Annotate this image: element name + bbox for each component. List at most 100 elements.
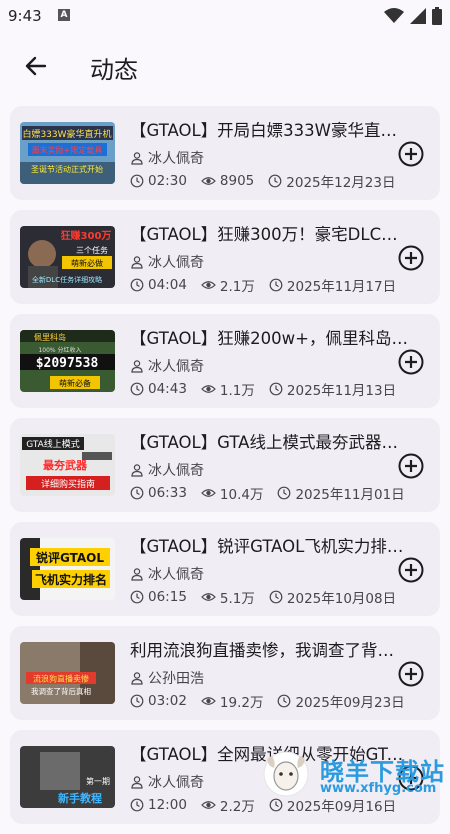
video-title: 【GTAOL】开局白嫖333W豪华直升… xyxy=(130,121,410,140)
video-duration: 06:33 xyxy=(148,485,187,501)
person-icon xyxy=(131,152,143,165)
eye-icon xyxy=(201,281,216,289)
video-date: 2025年11月01日 xyxy=(295,487,405,503)
video-author: 冰人佩奇 xyxy=(130,148,204,168)
status-bar: 9:43 A xyxy=(0,0,450,32)
clock-icon xyxy=(130,486,144,500)
video-thumbnail: 流浪狗直播卖惨 我调查了背后真相 xyxy=(20,642,115,704)
eye-icon xyxy=(201,593,216,601)
thumb-text: 圣诞节活动正式开始 xyxy=(31,164,103,174)
video-title: 【GTAOL】狂赚300万！豪宅DLC准… xyxy=(130,225,410,244)
page-title: 动态 xyxy=(90,56,138,84)
video-views: 10.4万 xyxy=(219,487,264,503)
video-meta: 04:04 2.1万 2025年11月17日 xyxy=(130,275,396,295)
video-author: 冰人佩奇 xyxy=(130,772,204,792)
person-icon xyxy=(131,776,143,789)
clock-icon xyxy=(268,174,282,188)
video-card[interactable]: 流浪狗直播卖惨 我调查了背后真相 利用流浪狗直播卖惨，我调查了背… 公孙田浩 0… xyxy=(10,626,440,720)
plus-circle-icon xyxy=(398,245,424,271)
video-meta: 02:30 8905 2025年12月23日 xyxy=(130,171,395,191)
video-card[interactable]: 狂赚300万 三个任务 萌新必做 全新DLC任务详细攻略 【GTAOL】狂赚30… xyxy=(10,210,440,304)
video-meta: 04:43 1.1万 2025年11月13日 xyxy=(130,379,396,399)
thumb-text: 100% 分红收入 xyxy=(38,346,81,354)
watermark-url: www.xfhyg.com xyxy=(320,781,437,796)
video-thumbnail: 白嫖333W豪华直升机 周末奖励+限定载具 圣诞节活动正式开始 xyxy=(20,122,115,184)
add-button[interactable] xyxy=(398,557,424,583)
signal-icon xyxy=(410,8,426,24)
eye-icon xyxy=(201,489,216,497)
add-button[interactable] xyxy=(398,661,424,687)
person-icon xyxy=(131,464,143,477)
clock-icon xyxy=(269,382,283,396)
video-title: 【GTAOL】狂赚200w+，佩里科岛… xyxy=(130,329,408,348)
plus-circle-icon xyxy=(398,141,424,167)
battery-icon xyxy=(432,7,442,25)
thumb-text: 最夯武器 xyxy=(43,458,88,472)
eye-icon xyxy=(201,177,216,185)
clock-icon xyxy=(278,486,291,500)
video-card[interactable]: 佩里科岛 100% 分红收入 $2097538 萌新必备 【GTAOL】狂赚20… xyxy=(10,314,440,408)
eye-icon xyxy=(201,697,216,705)
add-button[interactable] xyxy=(398,349,424,375)
video-author: 公孙田浩 xyxy=(130,668,204,688)
thumb-text: 流浪狗直播卖惨 xyxy=(33,674,89,684)
video-card[interactable]: GTA线上模式 最夯武器 详细购买指南 【GTAOL】GTA线上模式最夯武器… … xyxy=(10,418,440,512)
video-views: 19.2万 xyxy=(219,695,264,711)
video-author: 冰人佩奇 xyxy=(130,356,204,376)
author-name: 冰人佩奇 xyxy=(148,463,204,479)
video-meta: 06:33 10.4万 2025年11月01日 xyxy=(130,483,405,503)
video-thumbnail: 佩里科岛 100% 分红收入 $2097538 萌新必备 xyxy=(20,330,115,392)
author-name: 公孙田浩 xyxy=(148,671,204,687)
person-icon xyxy=(131,256,143,269)
video-duration: 12:00 xyxy=(148,797,187,813)
video-duration: 02:30 xyxy=(148,173,187,189)
video-title: 【GTAOL】GTA线上模式最夯武器… xyxy=(130,433,398,452)
thumb-text: 我调查了背后真相 xyxy=(31,686,91,696)
thumb-text: 佩里科岛 xyxy=(34,332,66,342)
person-icon xyxy=(131,360,143,373)
author-name: 冰人佩奇 xyxy=(148,567,204,583)
plus-circle-icon xyxy=(398,661,424,687)
status-time: 9:43 xyxy=(8,7,42,25)
arrow-left-icon xyxy=(25,56,47,76)
video-author: 冰人佩奇 xyxy=(130,252,204,272)
eye-icon xyxy=(201,385,216,393)
plus-circle-icon xyxy=(398,557,424,583)
thumb-text: 详细购买指南 xyxy=(41,478,95,490)
video-meta: 03:02 19.2万 2025年09月23日 xyxy=(130,691,405,711)
clock-icon xyxy=(278,694,291,708)
sheep-logo-icon xyxy=(263,751,309,797)
clock-icon xyxy=(130,694,144,708)
video-duration: 06:15 xyxy=(148,589,187,605)
clock-icon xyxy=(269,590,283,604)
thumb-text: 新手教程 xyxy=(58,791,102,805)
add-button[interactable] xyxy=(398,453,424,479)
video-views: 5.1万 xyxy=(219,591,255,607)
status-icons xyxy=(384,6,442,26)
clock-icon xyxy=(130,798,144,812)
add-button[interactable] xyxy=(398,245,424,271)
video-date: 2025年11月13日 xyxy=(286,383,397,399)
video-card[interactable]: 白嫖333W豪华直升机 周末奖励+限定载具 圣诞节活动正式开始 【GTAOL】开… xyxy=(10,106,440,200)
thumb-text: 周末奖励+限定载具 xyxy=(32,145,103,155)
thumb-text: 萌新必做 xyxy=(71,258,103,268)
video-thumbnail: 狂赚300万 三个任务 萌新必做 全新DLC任务详细攻略 xyxy=(20,226,115,288)
video-author: 冰人佩奇 xyxy=(130,460,204,480)
plus-circle-icon xyxy=(398,453,424,479)
thumb-text: $2097538 xyxy=(36,356,99,371)
thumb-text: 飞机实力排名 xyxy=(35,572,107,587)
video-views: 2.1万 xyxy=(219,279,255,295)
video-date: 2025年11月17日 xyxy=(286,279,397,295)
video-card[interactable]: 锐评GTAOL 飞机实力排名 【GTAOL】锐评GTAOL飞机实力排… 冰人佩奇… xyxy=(10,522,440,616)
video-thumbnail: GTA线上模式 最夯武器 详细购买指南 xyxy=(20,434,115,496)
thumb-text: 全新DLC任务详细攻略 xyxy=(32,275,102,284)
video-thumbnail: 第一期 新手教程 xyxy=(20,746,115,808)
video-views: 1.1万 xyxy=(219,383,255,399)
add-button[interactable] xyxy=(398,141,424,167)
notification-icon: A xyxy=(58,9,70,21)
back-button[interactable] xyxy=(18,48,54,84)
video-title: 【GTAOL】锐评GTAOL飞机实力排… xyxy=(130,537,404,556)
video-meta: 06:15 5.1万 2025年10月08日 xyxy=(130,587,396,607)
plus-circle-icon xyxy=(398,349,424,375)
wifi-icon xyxy=(384,8,404,23)
